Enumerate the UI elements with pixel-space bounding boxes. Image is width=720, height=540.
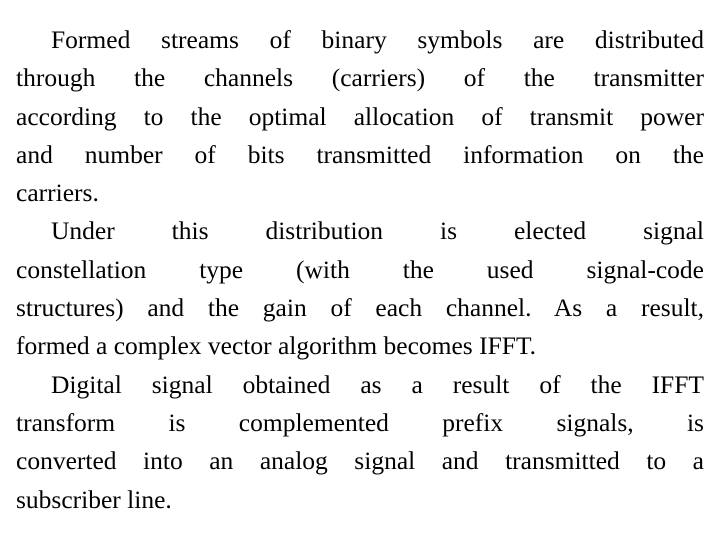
text-line: Formed streams of binary symbols are dis…: [51, 25, 704, 54]
text-line: converted into an analog signal and tran…: [16, 446, 704, 476]
paragraph: Formed streams of binary symbols are dis…: [16, 21, 704, 212]
paragraph: Under this distribution is elected signa…: [16, 212, 704, 365]
text-line: Digital signal obtained as a result of t…: [51, 369, 704, 399]
paragraph: Digital signal obtained as a result of t…: [16, 366, 704, 519]
text-line: carriers.: [16, 178, 99, 208]
text-line: constellation type (with the used signal…: [16, 254, 704, 284]
text-line: through the channels (carriers) of the t…: [16, 63, 704, 93]
text-line: structures) and the gain of each channel…: [16, 293, 704, 323]
text-line: Under this distribution is elected signa…: [51, 216, 704, 246]
text-line: and number of bits transmitted informati…: [16, 139, 704, 169]
text-line: transform is complemented prefix signals…: [16, 407, 704, 437]
document-body: Formed streams of binary symbols are dis…: [16, 21, 704, 519]
text-line: subscriber line.: [16, 484, 172, 514]
text-line: formed a complex vector algorithm become…: [16, 331, 536, 361]
text-line: according to the optimal allocation of t…: [16, 101, 704, 131]
